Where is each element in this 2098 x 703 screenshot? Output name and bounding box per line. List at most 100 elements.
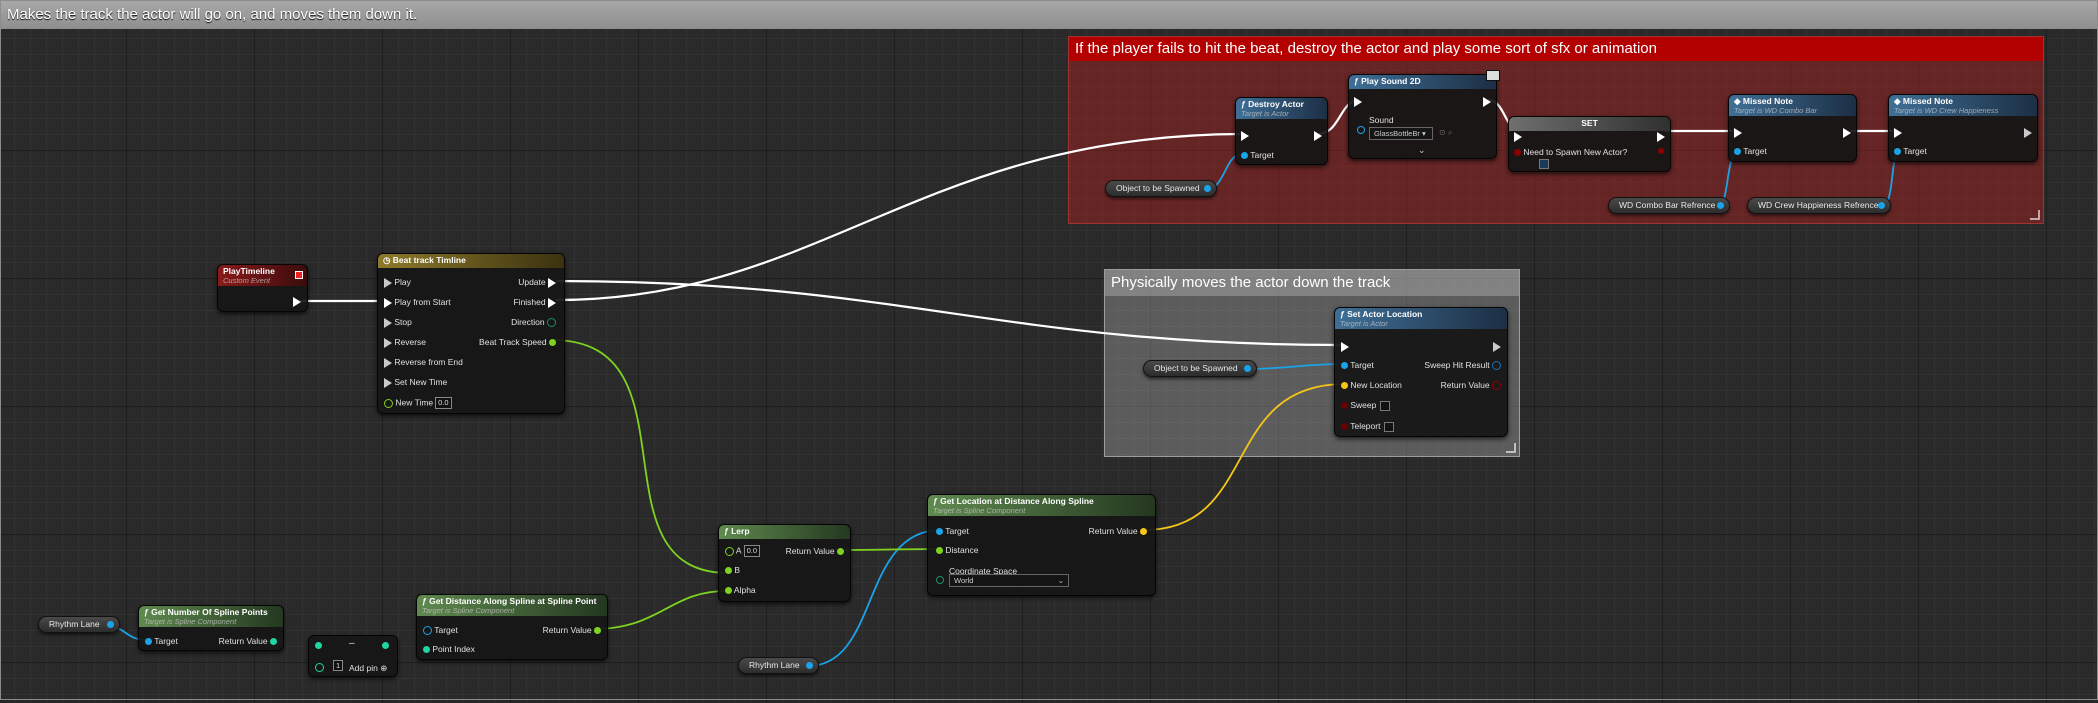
return-value-pin[interactable]: Return Value	[543, 625, 601, 635]
play-pin[interactable]: Play	[384, 277, 411, 288]
distance-pin[interactable]: Distance	[936, 545, 978, 555]
target-pin[interactable]: Target	[1341, 360, 1374, 370]
reverse-pin[interactable]: Reverse	[384, 337, 426, 348]
exec-in-pin[interactable]	[1734, 127, 1742, 138]
exec-out-pin[interactable]	[1314, 130, 1322, 141]
rhythm-lane-variable[interactable]: Rhythm Lane	[38, 616, 120, 633]
rhythm-lane-variable[interactable]: Rhythm Lane	[738, 657, 819, 674]
int-out-pin[interactable]	[382, 642, 389, 649]
teleport-checkbox[interactable]	[1384, 421, 1395, 432]
new-time-pin[interactable]: New Time 0.0	[384, 397, 452, 409]
a-pin[interactable]: A 0.0	[725, 545, 761, 557]
wd-crew-happieness-variable[interactable]: WD Crew Happieness Refrence	[1747, 197, 1891, 214]
exec-out-pin[interactable]	[1493, 341, 1501, 352]
bool-pin-icon	[1514, 149, 1521, 157]
node-header: SET	[1509, 117, 1670, 131]
target-pin[interactable]: Target	[145, 636, 178, 646]
target-pin[interactable]: Target	[1894, 146, 1927, 156]
object-pin-icon[interactable]	[1878, 202, 1885, 209]
play-timeline-event-node[interactable]: PlayTimeline Custom Event	[217, 264, 308, 312]
object-pin-icon[interactable]	[107, 621, 114, 628]
target-pin[interactable]: Target	[936, 526, 969, 536]
exec-out-pin[interactable]	[2024, 127, 2032, 138]
sound-pin[interactable]: Sound	[1369, 115, 1394, 125]
sweep-hit-result-pin[interactable]: Sweep Hit Result	[1424, 360, 1501, 371]
return-value-pin[interactable]: Return Value	[786, 546, 844, 556]
get-number-of-spline-points-node[interactable]: ƒ Get Number Of Spline Points Target is …	[138, 605, 284, 651]
a-value[interactable]: 0.0	[743, 545, 761, 557]
bool-out-pin[interactable]	[1658, 148, 1664, 154]
exec-in-pin[interactable]	[1241, 130, 1249, 141]
return-value-pin[interactable]: Return Value	[219, 636, 277, 646]
sound-pin-icon[interactable]	[1357, 126, 1365, 134]
sweep-checkbox[interactable]	[1380, 400, 1391, 411]
subtract-value[interactable]: 1	[333, 660, 344, 671]
object-pin-icon[interactable]	[1717, 202, 1724, 209]
new-time-value[interactable]: 0.0	[435, 397, 452, 409]
wd-combo-bar-variable[interactable]: WD Combo Bar Refrence	[1608, 197, 1730, 214]
stop-pin[interactable]: Stop	[384, 317, 412, 328]
return-value-pin[interactable]: Return Value	[1089, 526, 1147, 536]
exec-in-pin[interactable]	[1514, 131, 1522, 142]
alpha-pin[interactable]: Alpha	[725, 585, 756, 595]
browse-icon[interactable]: ⊙ ⌕	[1439, 128, 1452, 138]
new-location-pin[interactable]: New Location	[1341, 380, 1402, 390]
exec-out-pin[interactable]	[1843, 127, 1851, 138]
exec-out-pin[interactable]	[293, 296, 301, 307]
target-pin[interactable]: Target	[1734, 146, 1767, 156]
reverse-from-end-pin[interactable]: Reverse from End	[384, 357, 463, 368]
plus-circle-icon: ⊕	[380, 663, 388, 673]
int-pin-icon[interactable]	[315, 642, 322, 649]
play-sound-2d-node[interactable]: ƒ Play Sound 2D Sound GlassBottleBr ▾ ⊙ …	[1348, 70, 1500, 159]
get-distance-along-spline-node[interactable]: ƒ Get Distance Along Spline at Spline Po…	[416, 594, 608, 660]
return-value-pin[interactable]: Return Value	[1441, 380, 1501, 391]
destroy-actor-node[interactable]: ƒ Destroy Actor Target is Actor Target	[1235, 97, 1328, 165]
exec-in-pin[interactable]	[1341, 341, 1349, 352]
event-icon: ◆	[1894, 96, 1903, 106]
missed-note-crew-node[interactable]: ◆ Missed Note Target is WD Crew Happiene…	[1888, 94, 2038, 162]
set-variable-node[interactable]: SET Need to Spawn New Actor?	[1508, 116, 1671, 172]
add-pin-button[interactable]: Add pin ⊕	[349, 663, 387, 673]
expand-chevron-icon[interactable]: ⌄	[1418, 145, 1426, 156]
set-new-time-pin[interactable]: Set New Time	[384, 377, 447, 388]
point-index-pin[interactable]: Point Index	[423, 644, 475, 654]
teleport-pin[interactable]: Teleport	[1341, 421, 1395, 432]
get-location-at-distance-node[interactable]: ƒ Get Location at Distance Along Spline …	[927, 494, 1156, 596]
node-title: SET	[1581, 118, 1598, 128]
beat-track-speed-pin[interactable]: Beat Track Speed	[479, 337, 556, 347]
set-actor-location-node[interactable]: ƒ Set Actor Location Target is Actor Tar…	[1334, 307, 1508, 437]
need-to-spawn-pin[interactable]: Need to Spawn New Actor?	[1514, 147, 1627, 157]
sound-asset-dropdown[interactable]: GlassBottleBr ▾	[1369, 127, 1433, 140]
need-to-spawn-checkbox[interactable]	[1539, 159, 1549, 169]
object-pin-icon[interactable]	[1244, 365, 1251, 372]
object-pin-icon[interactable]	[1204, 185, 1211, 192]
object-to-be-spawned-variable[interactable]: Object to be Spawned	[1143, 360, 1257, 377]
subtract-node[interactable]: – 1 Add pin ⊕	[308, 635, 398, 677]
beat-track-timeline-node[interactable]: ◷ Beat track Timline Play Play from Star…	[377, 253, 565, 414]
direction-pin[interactable]: Direction	[511, 317, 556, 328]
coordinate-space-dropdown[interactable]: World ⌄	[949, 574, 1069, 587]
object-to-be-spawned-variable[interactable]: Object to be Spawned	[1105, 180, 1217, 197]
exec-pin-icon	[1894, 127, 1902, 138]
finished-pin[interactable]: Finished	[513, 297, 556, 308]
exec-in-pin[interactable]	[1354, 96, 1362, 107]
play-from-start-pin[interactable]: Play from Start	[384, 297, 451, 308]
target-pin[interactable]: Target	[1241, 150, 1274, 160]
float-pin-icon	[936, 547, 943, 555]
delegate-pin[interactable]	[295, 271, 303, 279]
missed-note-combo-node[interactable]: ◆ Missed Note Target is WD Combo Bar Tar…	[1728, 94, 1857, 162]
exec-pin-icon	[1354, 96, 1362, 107]
object-pin-icon[interactable]	[806, 662, 813, 669]
update-pin[interactable]: Update	[518, 277, 556, 288]
blueprint-graph-canvas[interactable]: Makes the track the actor will go on, an…	[0, 0, 2098, 703]
enum-pin-icon[interactable]	[936, 576, 944, 584]
exec-out-pin[interactable]	[1483, 96, 1491, 107]
float-pin-icon	[837, 548, 844, 556]
exec-out-pin[interactable]	[1657, 131, 1665, 142]
target-pin[interactable]: Target	[423, 625, 458, 636]
b-pin[interactable]: B	[725, 565, 740, 575]
int-pin-icon[interactable]	[315, 663, 324, 672]
sweep-pin[interactable]: Sweep	[1341, 400, 1391, 411]
lerp-node[interactable]: ƒ Lerp A 0.0 B Alpha Return Value	[718, 524, 851, 602]
exec-in-pin[interactable]	[1894, 127, 1902, 138]
